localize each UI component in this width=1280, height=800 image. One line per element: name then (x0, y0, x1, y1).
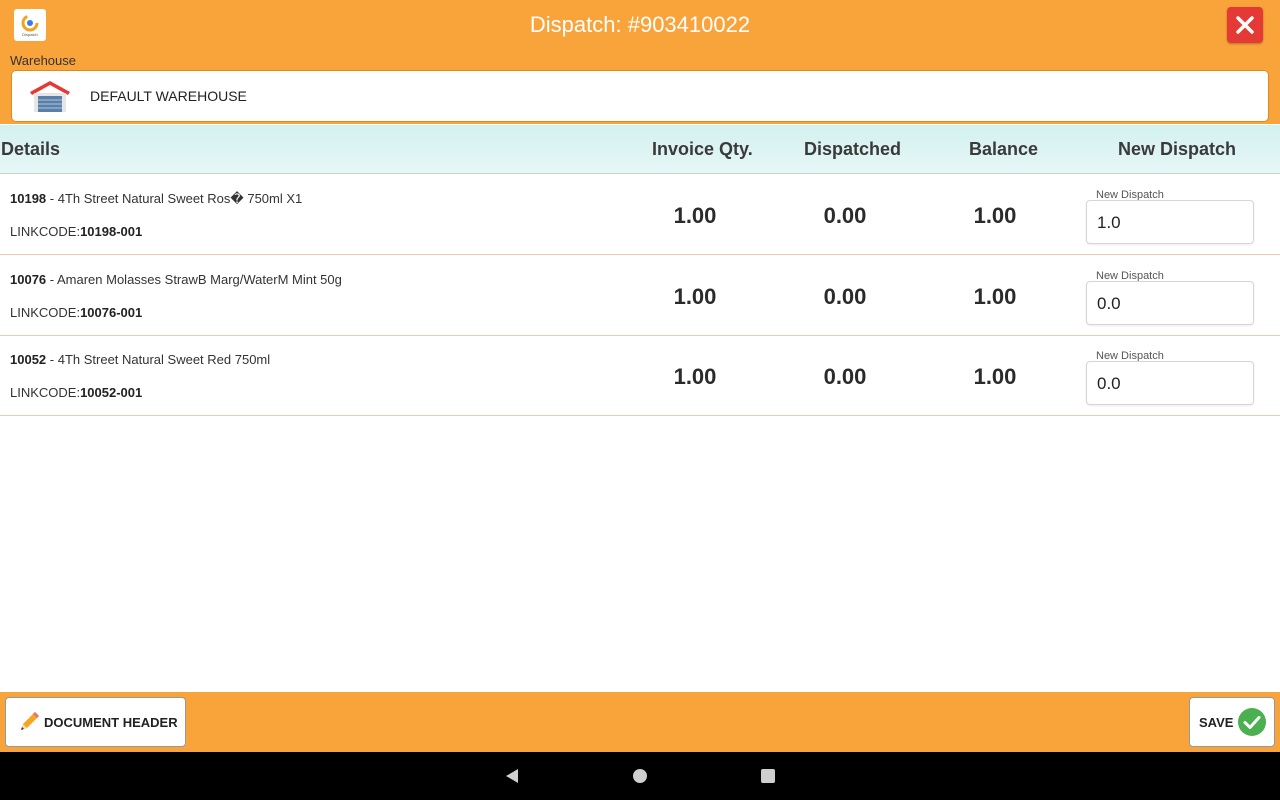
home-button[interactable] (630, 766, 650, 786)
item-code: 10076 (10, 272, 47, 287)
invoice-qty-value: 1.00 (673, 364, 717, 389)
balance-value: 1.00 (973, 364, 1017, 389)
home-circle-icon (633, 769, 647, 783)
page-title: Dispatch: #903410022 (529, 12, 751, 37)
back-button[interactable] (502, 766, 522, 786)
table-row: 10076 - Amaren Molasses StrawB Marg/Wate… (0, 255, 1280, 336)
new-dispatch-value: 0.0 (1097, 294, 1121, 313)
dispatch-screen: Dispatch Dispatch: #903410022 Warehouse … (0, 0, 1280, 800)
item-code: 10052 (10, 352, 47, 367)
linkcode-value: 10052-001 (80, 385, 143, 400)
save-label: SAVE (1199, 714, 1234, 730)
item-details: 10052 - 4Th Street Natural Sweet Red 750… (10, 352, 270, 367)
linkcode-label: LINKCODE: (10, 385, 81, 400)
linkcode-label: LINKCODE: (10, 224, 81, 239)
item-linkcode: LINKCODE:10052-001 (10, 385, 142, 400)
bottom-bar: DOCUMENT HEADER SAVE (0, 692, 1280, 752)
item-linkcode: LINKCODE:10198-001 (10, 224, 142, 239)
linkcode-label: LINKCODE: (10, 305, 81, 320)
dispatched-value: 0.00 (823, 364, 867, 389)
system-nav-bar (0, 752, 1280, 800)
warehouse-selector[interactable]: DEFAULT WAREHOUSE (11, 70, 1269, 122)
close-icon (1236, 16, 1254, 34)
column-details: Details (1, 139, 61, 159)
item-description: - 4Th Street Natural Sweet Ros� 750ml X1 (46, 191, 303, 206)
dispatched-value: 0.00 (823, 284, 867, 309)
item-description: - 4Th Street Natural Sweet Red 750ml (46, 352, 271, 367)
item-code: 10198 (10, 191, 47, 206)
top-bar: Dispatch Dispatch: #903410022 Warehouse … (0, 0, 1280, 124)
new-dispatch-value: 1.0 (1097, 213, 1121, 232)
new-dispatch-value: 0.0 (1097, 374, 1121, 393)
back-triangle-icon (506, 769, 518, 783)
balance-value: 1.00 (973, 284, 1017, 309)
item-linkcode: LINKCODE:10076-001 (10, 305, 142, 320)
warehouse-name: DEFAULT WAREHOUSE (90, 88, 247, 104)
column-invoice-qty: Invoice Qty. (652, 139, 753, 159)
document-header-label: DOCUMENT HEADER (44, 714, 178, 730)
dispatched-value: 0.00 (823, 203, 867, 228)
table-row: 10198 - 4Th Street Natural Sweet Ros� 75… (0, 174, 1280, 255)
pencil-icon (21, 712, 39, 730)
table-header: Details Invoice Qty. Dispatched Balance … (0, 125, 1280, 174)
recents-button[interactable] (758, 766, 778, 786)
check-circle-icon (1238, 708, 1267, 736)
item-description: - Amaren Molasses StrawB Marg/WaterM Min… (46, 272, 342, 287)
warehouse-label: Warehouse (10, 53, 76, 68)
recents-square-icon (761, 769, 775, 783)
table-row: 10052 - 4Th Street Natural Sweet Red 750… (0, 335, 1280, 416)
new-dispatch-input[interactable]: 0.0 (1086, 361, 1254, 405)
invoice-qty-value: 1.00 (673, 203, 717, 228)
item-details: 10198 - 4Th Street Natural Sweet Ros� 75… (10, 191, 302, 207)
column-dispatched: Dispatched (804, 139, 902, 159)
invoice-qty-value: 1.00 (673, 284, 717, 309)
item-details: 10076 - Amaren Molasses StrawB Marg/Wate… (10, 272, 342, 287)
document-header-button[interactable]: DOCUMENT HEADER (5, 697, 186, 747)
new-dispatch-input[interactable]: 0.0 (1086, 281, 1254, 325)
close-button[interactable] (1227, 7, 1263, 43)
column-new-dispatch: New Dispatch (1118, 139, 1237, 159)
warehouse-icon (30, 81, 70, 112)
column-balance: Balance (969, 139, 1039, 159)
new-dispatch-input[interactable]: 1.0 (1086, 200, 1254, 244)
linkcode-value: 10076-001 (80, 305, 143, 320)
save-button[interactable]: SAVE (1189, 697, 1275, 747)
balance-value: 1.00 (973, 203, 1017, 228)
linkcode-value: 10198-001 (80, 224, 143, 239)
